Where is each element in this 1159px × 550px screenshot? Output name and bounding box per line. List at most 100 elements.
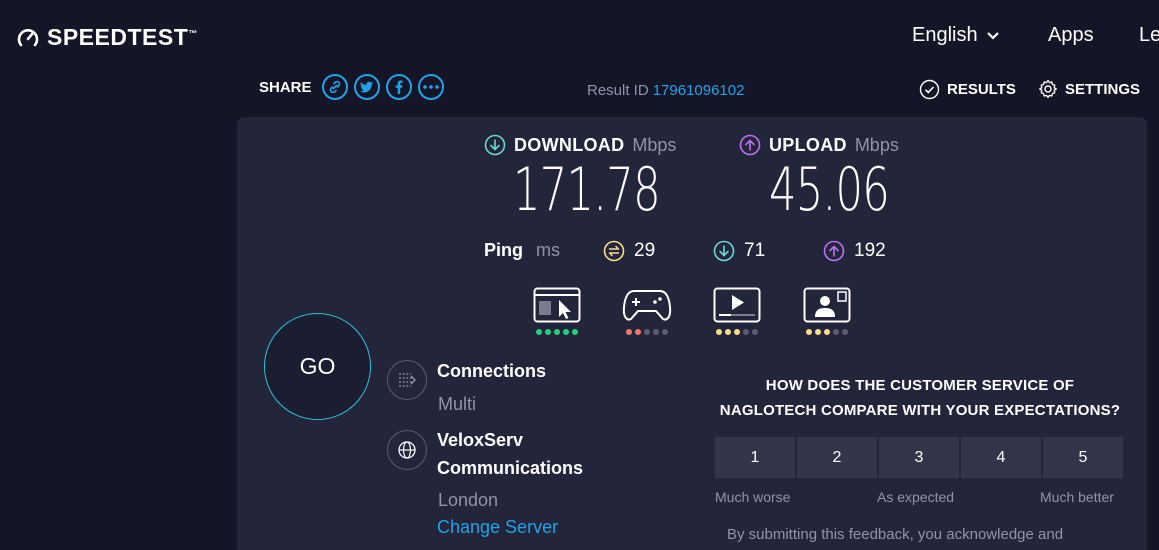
logo-text: SPEEDTEST™ [47,24,198,50]
quality-dot [563,329,569,335]
results-label: RESULTS [947,81,1016,98]
ping-upload: 192 [823,240,886,262]
share-label: SHARE [259,78,312,96]
quality-dot [842,329,848,335]
server-name-line2: Communications [437,458,584,478]
upload-arrow-icon [739,134,761,156]
web-browsing-icon [533,287,581,323]
go-button[interactable]: GO [264,313,371,420]
ping-upload-value: 192 [854,240,886,261]
quality-dot [824,329,830,335]
globe-icon[interactable] [387,430,427,470]
result-id: Result ID 17961096102 [587,82,744,99]
nav-apps-link[interactable]: Apps [1048,24,1094,47]
result-id-link[interactable]: 17961096102 [653,82,745,99]
rating-option-1[interactable]: 1 [715,437,795,478]
settings-button[interactable]: SETTINGS [1038,79,1140,99]
video-streaming-quality[interactable] [712,287,762,335]
quality-dot [536,329,542,335]
quality-dot [554,329,560,335]
rating-option-4[interactable]: 4 [961,437,1041,478]
connections-title: Connections [437,361,547,381]
result-id-label: Result ID [587,82,649,99]
connections-value: Multi [438,394,477,414]
video-chat-quality[interactable] [802,287,852,335]
upload-header: UPLOAD Mbps [739,134,899,156]
download-arrow-icon [484,134,506,156]
server-name-line1: VeloxServ [437,430,524,450]
ping-download: 71 [713,240,765,262]
upload-label: UPLOAD [769,134,847,155]
upload-latency-icon [823,240,845,262]
quality-dots [536,329,578,335]
quality-dot [572,329,578,335]
ping-label: Ping [484,240,523,260]
language-label: English [912,24,978,46]
server-location: London [438,490,499,510]
quality-dot [635,329,641,335]
rating-scale: 1 2 3 4 5 [715,437,1123,478]
server-name[interactable]: VeloxServ Communications [437,426,583,482]
twitter-icon[interactable] [353,74,380,100]
quality-dot [644,329,650,335]
top-nav: English Apps Le [912,24,1159,47]
ping-idle-value: 29 [634,240,656,261]
chevron-down-icon [986,31,999,40]
quality-dot [734,329,740,335]
quality-dot [743,329,749,335]
quality-dot [833,329,839,335]
speedtest-logo[interactable]: SPEEDTEST™ [15,24,198,51]
download-unit: Mbps [632,134,677,155]
gaming-quality[interactable] [622,287,672,335]
rating-label-low: Much worse [715,489,791,505]
connections-icon[interactable] [387,360,427,400]
quality-dots [716,329,758,335]
download-latency-icon [713,240,735,262]
results-button[interactable]: RESULTS [919,79,1016,100]
check-circle-icon [919,79,940,100]
quality-dot [752,329,758,335]
download-label: DOWNLOAD [514,134,625,155]
rating-option-2[interactable]: 2 [797,437,877,478]
link-icon[interactable] [321,74,348,100]
quality-dot [653,329,659,335]
quality-dot [815,329,821,335]
quality-dots [626,329,668,335]
ping-label-group: Ping ms [484,240,560,261]
ping-idle: 29 [603,240,655,262]
survey-question-line2: NAGLOTECH COMPARE WITH YOUR EXPECTATIONS… [719,402,1121,419]
quality-dot [806,329,812,335]
quality-dot [725,329,731,335]
upload-unit: Mbps [854,134,899,155]
nav-learn-link[interactable]: Le [1139,24,1159,47]
settings-label: SETTINGS [1065,80,1141,98]
quality-dot [662,329,668,335]
quality-dot [716,329,722,335]
video-chat-icon [803,287,851,323]
download-header: DOWNLOAD Mbps [484,134,676,156]
video-streaming-icon [713,287,761,323]
result-panel [237,117,1147,550]
rating-option-3[interactable]: 3 [879,437,959,478]
survey-disclaimer: By submitting this feedback, you acknowl… [727,526,1064,543]
facebook-icon[interactable] [385,74,412,100]
rating-option-5[interactable]: 5 [1043,437,1123,478]
survey-question-line1: HOW DOES THE CUSTOMER SERVICE OF [765,377,1075,394]
rating-label-high: Much better [1040,489,1114,505]
download-value: 171.78 [513,155,661,225]
survey-question: HOW DOES THE CUSTOMER SERVICE OF NAGLOTE… [710,373,1130,423]
idle-latency-icon [603,240,625,262]
quality-dot [626,329,632,335]
gear-icon [1039,79,1057,99]
change-server-link[interactable]: Change Server [437,517,558,538]
share-bar: SHARE [259,74,444,100]
upload-value: 45.06 [769,155,890,225]
ping-unit: ms [536,240,560,260]
ping-download-value: 71 [744,240,766,261]
quality-dot [545,329,551,335]
web-browsing-quality[interactable] [532,287,582,335]
speedometer-icon [17,28,39,46]
more-icon[interactable] [417,74,444,100]
rating-label-mid: As expected [877,489,955,505]
language-selector[interactable]: English [912,24,1000,47]
